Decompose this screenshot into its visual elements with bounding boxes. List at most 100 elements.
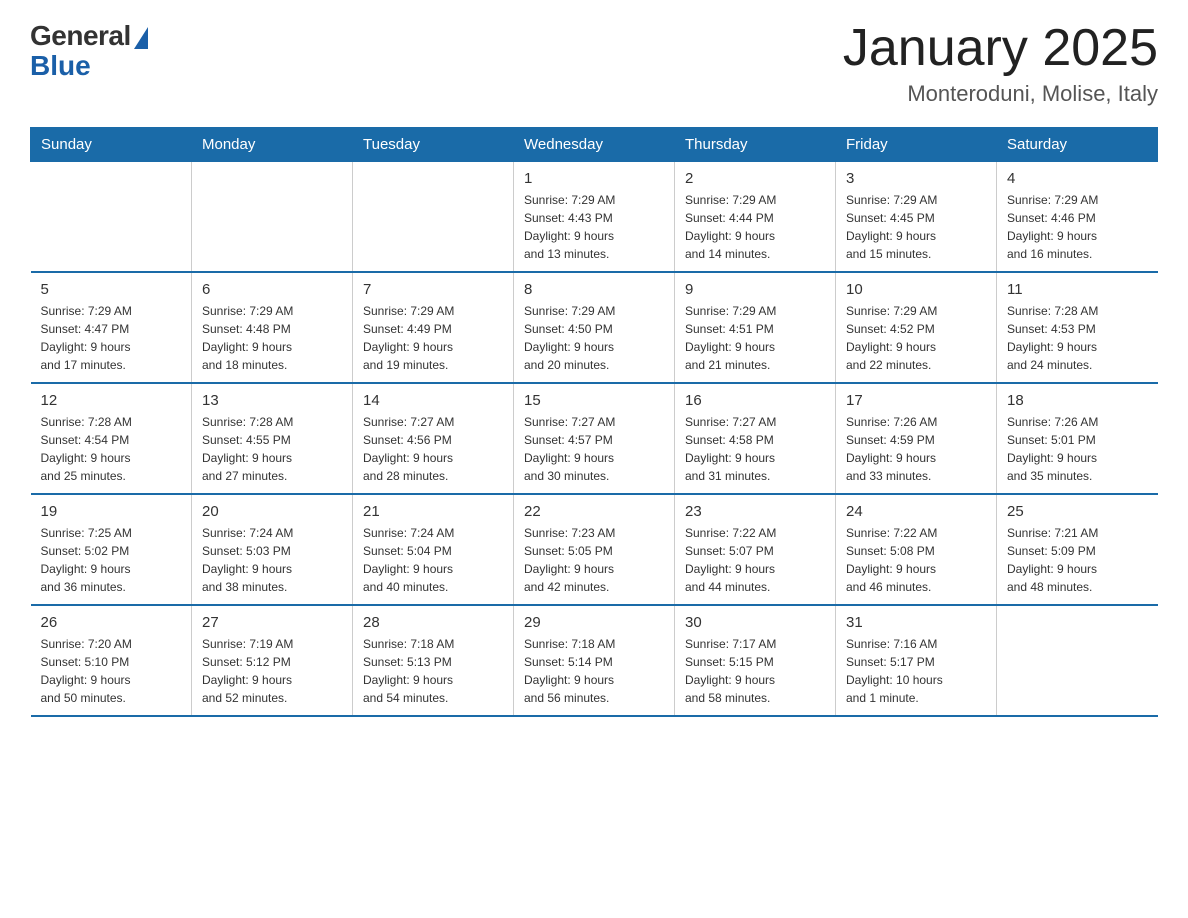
day-info: Sunrise: 7:17 AM Sunset: 5:15 PM Dayligh… bbox=[685, 635, 825, 707]
day-number: 24 bbox=[846, 503, 986, 520]
day-number: 4 bbox=[1007, 170, 1148, 187]
calendar-cell: 16Sunrise: 7:27 AM Sunset: 4:58 PM Dayli… bbox=[675, 383, 836, 494]
weekday-header-sunday: Sunday bbox=[31, 128, 192, 162]
calendar-week-row: 12Sunrise: 7:28 AM Sunset: 4:54 PM Dayli… bbox=[31, 383, 1158, 494]
day-number: 14 bbox=[363, 392, 503, 409]
calendar-week-row: 1 Sunrise: 7:29 AM Sunset: 4:43 PM Daylig… bbox=[31, 162, 1158, 273]
weekday-header-row: SundayMondayTuesdayWednesdayThursdayFrid… bbox=[31, 128, 1158, 162]
day-info: Sunrise: 7:29 AM Sunset: 4:48 PM Dayligh… bbox=[202, 302, 342, 374]
weekday-header-tuesday: Tuesday bbox=[353, 128, 514, 162]
calendar-cell bbox=[353, 162, 514, 273]
calendar-cell: 26 Sunrise: 7:20 AM Sunset: 5:10 PM Dayli… bbox=[31, 605, 192, 716]
day-info: Sunrise: 7:16 AM Sunset: 5:17 PM Dayligh… bbox=[846, 635, 986, 707]
calendar-cell: 20Sunrise: 7:24 AM Sunset: 5:03 PM Dayli… bbox=[192, 494, 353, 605]
day-number: 6 bbox=[202, 281, 342, 298]
day-number: 13 bbox=[202, 392, 342, 409]
day-info: Sunrise: 7:27 AM Sunset: 4:57 PM Dayligh… bbox=[524, 413, 664, 485]
day-number: 22 bbox=[524, 503, 664, 520]
calendar-table: SundayMondayTuesdayWednesdayThursdayFrid… bbox=[30, 127, 1158, 717]
calendar-cell: 17 Sunrise: 7:26 AM Sunset: 4:59 PM Dayli… bbox=[836, 383, 997, 494]
day-number: 9 bbox=[685, 281, 825, 298]
day-number: 17 bbox=[846, 392, 986, 409]
calendar-cell: 2 Sunrise: 7:29 AM Sunset: 4:44 PM Daylig… bbox=[675, 162, 836, 273]
calendar-cell: 3Sunrise: 7:29 AM Sunset: 4:45 PM Daylig… bbox=[836, 162, 997, 273]
day-info: Sunrise: 7:28 AM Sunset: 4:53 PM Dayligh… bbox=[1007, 302, 1148, 374]
calendar-body: 1 Sunrise: 7:29 AM Sunset: 4:43 PM Daylig… bbox=[31, 162, 1158, 717]
day-number: 20 bbox=[202, 503, 342, 520]
calendar-cell bbox=[192, 162, 353, 273]
calendar-cell: 9Sunrise: 7:29 AM Sunset: 4:51 PM Daylig… bbox=[675, 272, 836, 383]
day-number: 8 bbox=[524, 281, 664, 298]
day-info: Sunrise: 7:19 AM Sunset: 5:12 PM Dayligh… bbox=[202, 635, 342, 707]
calendar-cell: 27Sunrise: 7:19 AM Sunset: 5:12 PM Dayli… bbox=[192, 605, 353, 716]
day-number: 29 bbox=[524, 614, 664, 631]
calendar-cell: 30 Sunrise: 7:17 AM Sunset: 5:15 PM Dayli… bbox=[675, 605, 836, 716]
calendar-cell: 13 Sunrise: 7:28 AM Sunset: 4:55 PM Dayli… bbox=[192, 383, 353, 494]
calendar-week-row: 26 Sunrise: 7:20 AM Sunset: 5:10 PM Dayli… bbox=[31, 605, 1158, 716]
calendar-cell: 15 Sunrise: 7:27 AM Sunset: 4:57 PM Dayli… bbox=[514, 383, 675, 494]
day-info: Sunrise: 7:20 AM Sunset: 5:10 PM Dayligh… bbox=[41, 635, 182, 707]
day-number: 28 bbox=[363, 614, 503, 631]
day-number: 21 bbox=[363, 503, 503, 520]
day-info: Sunrise: 7:22 AM Sunset: 5:07 PM Dayligh… bbox=[685, 524, 825, 596]
calendar-cell: 14 Sunrise: 7:27 AM Sunset: 4:56 PM Dayli… bbox=[353, 383, 514, 494]
weekday-header-monday: Monday bbox=[192, 128, 353, 162]
day-info: Sunrise: 7:18 AM Sunset: 5:13 PM Dayligh… bbox=[363, 635, 503, 707]
day-number: 19 bbox=[41, 503, 182, 520]
calendar-cell: 24 Sunrise: 7:22 AM Sunset: 5:08 PM Dayli… bbox=[836, 494, 997, 605]
weekday-header-saturday: Saturday bbox=[997, 128, 1158, 162]
calendar-cell: 11 Sunrise: 7:28 AM Sunset: 4:53 PM Dayli… bbox=[997, 272, 1158, 383]
day-number: 1 bbox=[524, 170, 664, 187]
day-number: 16 bbox=[685, 392, 825, 409]
day-number: 12 bbox=[41, 392, 182, 409]
day-info: Sunrise: 7:29 AM Sunset: 4:49 PM Dayligh… bbox=[363, 302, 503, 374]
day-number: 30 bbox=[685, 614, 825, 631]
day-info: Sunrise: 7:23 AM Sunset: 5:05 PM Dayligh… bbox=[524, 524, 664, 596]
day-number: 7 bbox=[363, 281, 503, 298]
day-info: Sunrise: 7:25 AM Sunset: 5:02 PM Dayligh… bbox=[41, 524, 182, 596]
day-info: Sunrise: 7:26 AM Sunset: 5:01 PM Dayligh… bbox=[1007, 413, 1148, 485]
calendar-cell: 19 Sunrise: 7:25 AM Sunset: 5:02 PM Dayli… bbox=[31, 494, 192, 605]
day-number: 23 bbox=[685, 503, 825, 520]
calendar-cell: 12Sunrise: 7:28 AM Sunset: 4:54 PM Dayli… bbox=[31, 383, 192, 494]
calendar-cell: 6 Sunrise: 7:29 AM Sunset: 4:48 PM Daylig… bbox=[192, 272, 353, 383]
day-info: Sunrise: 7:18 AM Sunset: 5:14 PM Dayligh… bbox=[524, 635, 664, 707]
day-number: 26 bbox=[41, 614, 182, 631]
calendar-cell: 29 Sunrise: 7:18 AM Sunset: 5:14 PM Dayli… bbox=[514, 605, 675, 716]
calendar-cell: 8Sunrise: 7:29 AM Sunset: 4:50 PM Daylig… bbox=[514, 272, 675, 383]
day-number: 10 bbox=[846, 281, 986, 298]
page-header: General Blue January 2025 Monteroduni, M… bbox=[30, 20, 1158, 107]
calendar-header: SundayMondayTuesdayWednesdayThursdayFrid… bbox=[31, 128, 1158, 162]
month-title: January 2025 bbox=[843, 20, 1158, 77]
calendar-cell: 22 Sunrise: 7:23 AM Sunset: 5:05 PM Dayli… bbox=[514, 494, 675, 605]
day-info: Sunrise: 7:29 AM Sunset: 4:52 PM Dayligh… bbox=[846, 302, 986, 374]
logo-general-text: General bbox=[30, 20, 131, 52]
day-info: Sunrise: 7:22 AM Sunset: 5:08 PM Dayligh… bbox=[846, 524, 986, 596]
weekday-header-thursday: Thursday bbox=[675, 128, 836, 162]
calendar-cell: 4Sunrise: 7:29 AM Sunset: 4:46 PM Daylig… bbox=[997, 162, 1158, 273]
day-number: 11 bbox=[1007, 281, 1148, 298]
weekday-header-friday: Friday bbox=[836, 128, 997, 162]
calendar-cell: 31Sunrise: 7:16 AM Sunset: 5:17 PM Dayli… bbox=[836, 605, 997, 716]
day-number: 18 bbox=[1007, 392, 1148, 409]
day-info: Sunrise: 7:29 AM Sunset: 4:43 PM Dayligh… bbox=[524, 191, 664, 263]
day-number: 3 bbox=[846, 170, 986, 187]
day-number: 15 bbox=[524, 392, 664, 409]
day-info: Sunrise: 7:27 AM Sunset: 4:56 PM Dayligh… bbox=[363, 413, 503, 485]
calendar-cell bbox=[31, 162, 192, 273]
day-info: Sunrise: 7:29 AM Sunset: 4:47 PM Dayligh… bbox=[41, 302, 182, 374]
calendar-week-row: 5Sunrise: 7:29 AM Sunset: 4:47 PM Daylig… bbox=[31, 272, 1158, 383]
day-info: Sunrise: 7:29 AM Sunset: 4:44 PM Dayligh… bbox=[685, 191, 825, 263]
day-info: Sunrise: 7:26 AM Sunset: 4:59 PM Dayligh… bbox=[846, 413, 986, 485]
day-info: Sunrise: 7:28 AM Sunset: 4:55 PM Dayligh… bbox=[202, 413, 342, 485]
day-number: 25 bbox=[1007, 503, 1148, 520]
calendar-cell: 7 Sunrise: 7:29 AM Sunset: 4:49 PM Daylig… bbox=[353, 272, 514, 383]
day-number: 2 bbox=[685, 170, 825, 187]
logo-blue-text: Blue bbox=[30, 50, 91, 82]
logo: General Blue bbox=[30, 20, 148, 82]
calendar-cell: 1 Sunrise: 7:29 AM Sunset: 4:43 PM Daylig… bbox=[514, 162, 675, 273]
day-info: Sunrise: 7:21 AM Sunset: 5:09 PM Dayligh… bbox=[1007, 524, 1148, 596]
calendar-cell: 5Sunrise: 7:29 AM Sunset: 4:47 PM Daylig… bbox=[31, 272, 192, 383]
day-info: Sunrise: 7:24 AM Sunset: 5:04 PM Dayligh… bbox=[363, 524, 503, 596]
calendar-cell: 28 Sunrise: 7:18 AM Sunset: 5:13 PM Dayli… bbox=[353, 605, 514, 716]
